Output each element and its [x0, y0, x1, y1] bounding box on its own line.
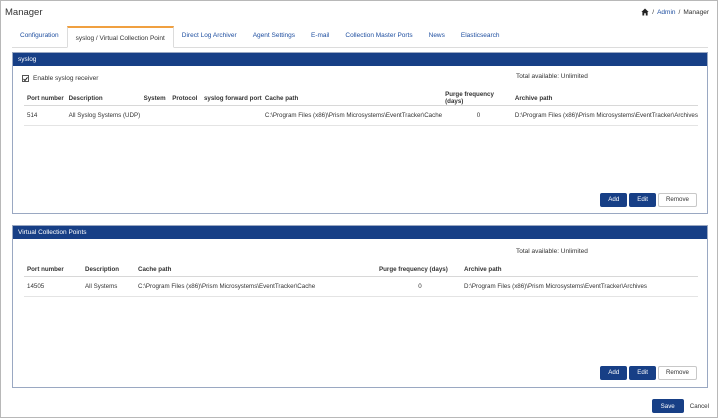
column-header: Archive path: [514, 94, 553, 102]
cell-purge-frequency: 0: [476, 112, 481, 119]
syslog-edit-button[interactable]: Edit: [629, 193, 656, 207]
syslog-remove-button[interactable]: Remove: [657, 193, 697, 207]
column-header: Description: [68, 94, 103, 102]
breadcrumb-admin-link[interactable]: Admin: [657, 9, 675, 16]
cell-archive-path: D:\Program Files (x86)\Prism Microsystem…: [464, 282, 648, 290]
column-header: Cache path: [264, 94, 299, 102]
vcp-table-header: Port number Description Cache path Purge…: [24, 263, 698, 276]
enable-syslog-checkbox[interactable]: [22, 75, 29, 82]
tab-elasticsearch[interactable]: Elasticsearch: [453, 25, 508, 47]
cell-cache-path: C:\Program Files (x86)\Prism Microsystem…: [264, 112, 443, 119]
vcp-edit-button[interactable]: Edit: [629, 366, 656, 380]
footer-actions: Save Cancel: [651, 399, 709, 413]
vcp-panel-header: Virtual Collection Points: [13, 226, 707, 239]
cell-description: All Systems: [85, 282, 118, 290]
table-row[interactable]: 14505 All Systems C:\Program Files (x86)…: [24, 276, 698, 296]
vcp-total-available: Total available: Unlimited: [516, 248, 588, 255]
cell-port-number: 14505: [27, 282, 45, 290]
tab-collection-master-ports[interactable]: Collection Master Ports: [337, 25, 420, 47]
column-header: Port number: [27, 265, 64, 273]
cell-protocol: [169, 106, 201, 126]
syslog-add-button[interactable]: Add: [600, 193, 628, 207]
column-header: syslog forward port: [203, 94, 262, 102]
column-header: Description: [85, 265, 120, 273]
column-header: Archive path: [464, 265, 502, 273]
tab-configuration[interactable]: Configuration: [12, 25, 67, 47]
vcp-add-button[interactable]: Add: [600, 366, 628, 380]
cancel-button[interactable]: Cancel: [690, 403, 709, 410]
enable-syslog-label: Enable syslog receiver: [33, 75, 99, 82]
syslog-panel-header: syslog: [13, 53, 707, 66]
table-row[interactable]: 514 All Syslog Systems (UDP) C:\Program …: [24, 106, 698, 126]
tab-bar: Configuration syslog / Virtual Collectio…: [12, 25, 708, 48]
column-header: Cache path: [138, 265, 172, 273]
save-button[interactable]: Save: [651, 399, 684, 413]
syslog-total-available: Total available: Unlimited: [516, 73, 588, 80]
cell-forward-port: [201, 106, 262, 126]
tab-email[interactable]: E-mail: [303, 25, 337, 47]
cell-purge-frequency: 0: [418, 282, 422, 290]
column-header: Purge frequency (days): [445, 91, 494, 105]
column-header: Purge frequency (days): [379, 265, 448, 273]
column-header: Protocol: [172, 94, 198, 102]
cell-port-number: 514: [27, 112, 38, 119]
syslog-actions: Add Edit Remove: [600, 193, 697, 207]
page-title: Manager: [5, 6, 43, 18]
cell-description: All Syslog Systems (UDP): [68, 112, 141, 119]
cell-system: [141, 106, 170, 126]
top-bar: Manager / Admin / Manager: [1, 1, 717, 23]
cell-cache-path: C:\Program Files (x86)\Prism Microsystem…: [138, 282, 316, 290]
tab-news[interactable]: News: [421, 25, 453, 47]
cell-archive-path: D:\Program Files (x86)\Prism Microsystem…: [514, 112, 698, 119]
vcp-remove-button[interactable]: Remove: [657, 366, 697, 380]
syslog-table-header: Port number Description System Protocol …: [24, 91, 698, 106]
tab-direct-log-archiver[interactable]: Direct Log Archiver: [174, 25, 245, 47]
syslog-panel: syslog Enable syslog receiver Total avai…: [12, 52, 708, 214]
enable-syslog-row: Enable syslog receiver: [22, 75, 98, 82]
tab-syslog-virtual-collection-point[interactable]: syslog / Virtual Collection Point: [66, 26, 174, 48]
breadcrumb-separator: /: [678, 8, 681, 16]
syslog-table: Port number Description System Protocol …: [24, 91, 698, 126]
virtual-collection-points-panel: Virtual Collection Points Total availabl…: [12, 225, 708, 388]
vcp-actions: Add Edit Remove: [600, 366, 697, 380]
breadcrumb: / Admin / Manager: [641, 8, 709, 16]
breadcrumb-current: Manager: [683, 8, 709, 16]
column-header: Port number: [27, 94, 64, 102]
tab-agent-settings[interactable]: Agent Settings: [245, 25, 303, 47]
home-icon[interactable]: [641, 8, 649, 16]
breadcrumb-separator: /: [652, 8, 655, 16]
vcp-table: Port number Description Cache path Purge…: [24, 263, 698, 297]
column-header: System: [143, 94, 166, 102]
